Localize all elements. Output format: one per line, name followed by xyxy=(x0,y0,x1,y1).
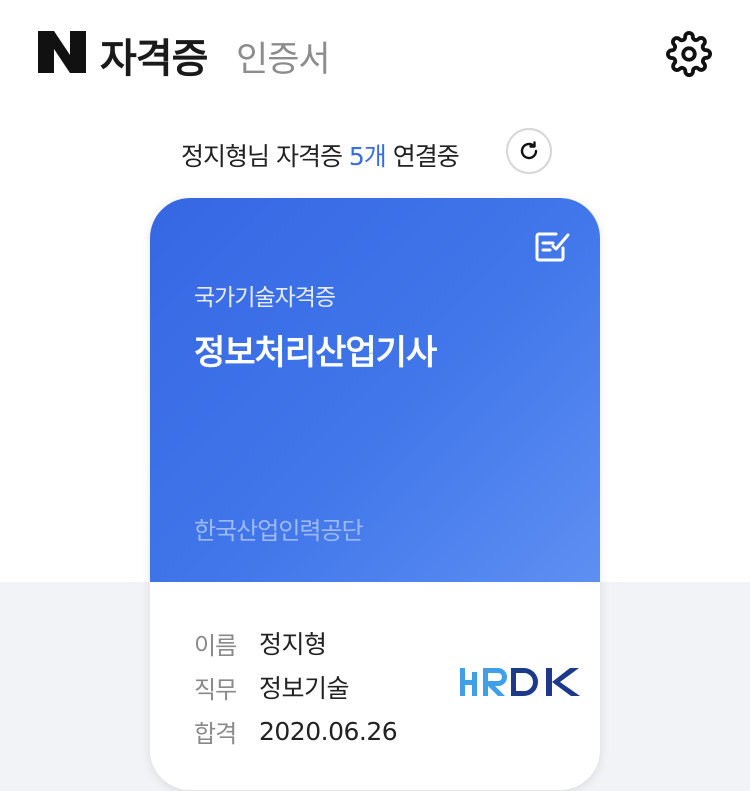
certificate-screen: 자격증 인증서 정지형님 자격증 5개 연결중 국가기술자격증 정보처리산업기사 xyxy=(0,0,750,791)
detail-row-name: 이름 정지형 xyxy=(194,621,474,665)
certificate-category: 국가기술자격증 xyxy=(194,285,336,311)
gear-icon[interactable] xyxy=(666,31,712,77)
certificate-issuer: 한국산업인력공단 xyxy=(194,517,364,545)
detail-label: 합격 xyxy=(194,719,237,748)
detail-value: 정보기술 xyxy=(259,674,350,703)
status-prefix: 정지형님 자격증 xyxy=(181,142,349,171)
edit-note-icon[interactable] xyxy=(532,226,572,266)
detail-label: 직무 xyxy=(194,675,237,704)
certificate-count: 5개 xyxy=(348,142,387,171)
detail-value: 정지형 xyxy=(259,630,327,659)
refresh-icon xyxy=(520,141,538,160)
page-title: 자격증 xyxy=(100,36,208,82)
tab-certificate[interactable]: 인증서 xyxy=(236,31,331,82)
detail-row-pass-date: 합격 2020.06.26 xyxy=(194,709,474,753)
card-header: 국가기술자격증 정보처리산업기사 한국산업인력공단 xyxy=(150,198,600,582)
app-header: 자격증 인증서 xyxy=(0,0,750,108)
status-suffix: 연결중 xyxy=(385,142,460,171)
status-text: 정지형님 자격증 5개 연결중 xyxy=(181,137,460,173)
naver-n-logo-icon xyxy=(38,31,86,73)
certificate-card[interactable]: 국가기술자격증 정보처리산업기사 한국산업인력공단 이름 정지형 직무 정보기술… xyxy=(150,198,600,790)
connection-status: 정지형님 자격증 5개 연결중 xyxy=(0,128,750,178)
detail-row-job: 직무 정보기술 xyxy=(194,665,474,709)
certificate-name: 정보처리산업기사 xyxy=(194,333,437,373)
detail-value: 2020.06.26 xyxy=(259,716,398,746)
hrdk-logo-icon xyxy=(460,668,580,696)
detail-label: 이름 xyxy=(194,631,237,660)
refresh-button[interactable] xyxy=(506,128,552,174)
certificate-details: 이름 정지형 직무 정보기술 합격 2020.06.26 xyxy=(194,621,474,753)
